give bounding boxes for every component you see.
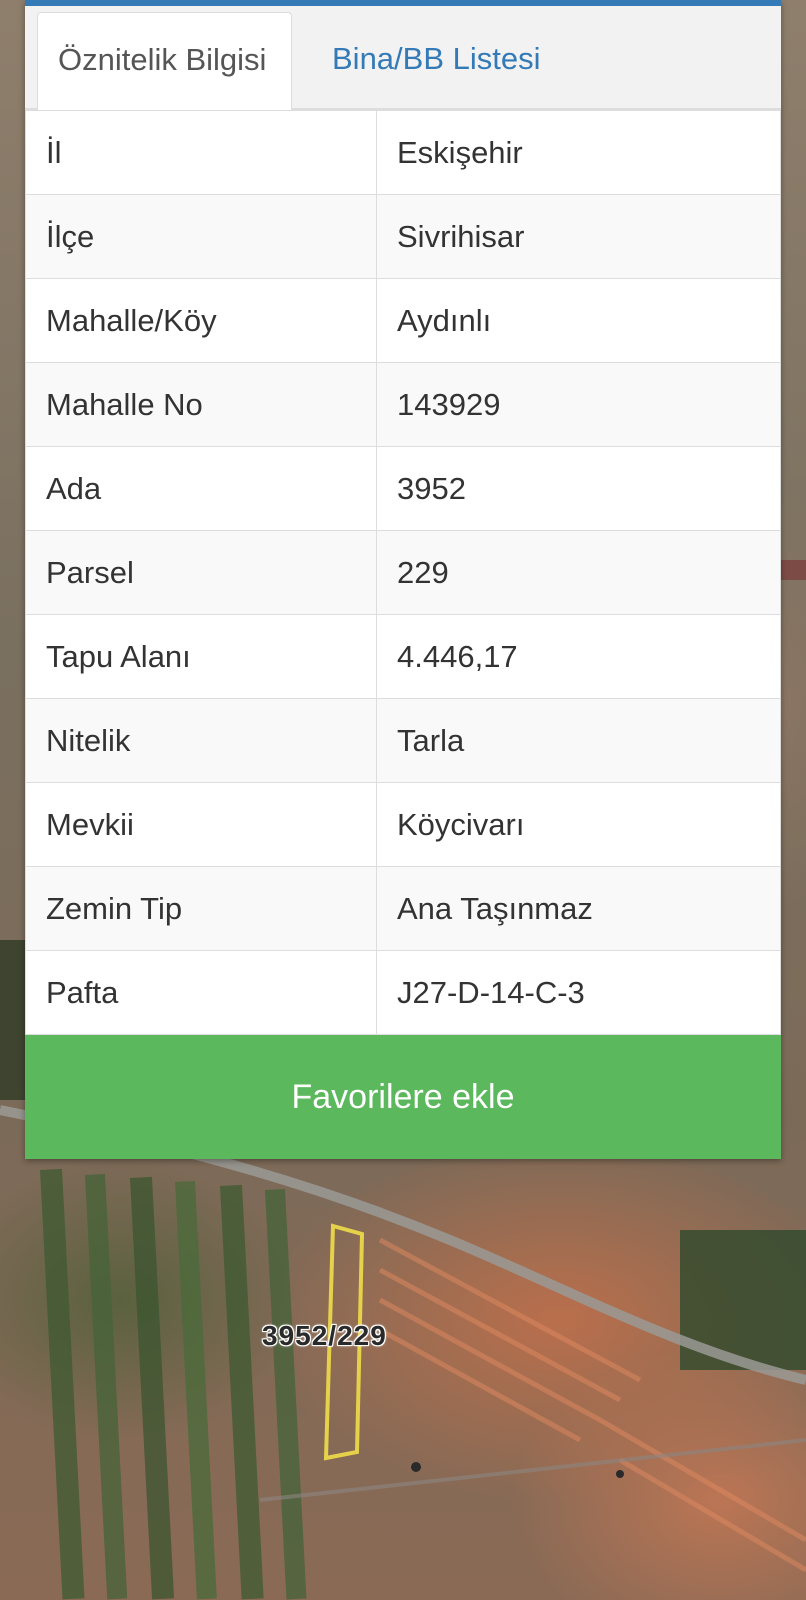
attribute-key: Mevkii [25, 782, 377, 867]
attribute-value: 143929 [376, 362, 781, 447]
attribute-value: 229 [376, 530, 781, 615]
table-row: Tapu Alanı 4.446,17 [25, 614, 781, 699]
attribute-key: Nitelik [25, 698, 377, 783]
attribute-value: Aydınlı [376, 278, 781, 363]
attribute-value: Tarla [376, 698, 781, 783]
attribute-value: 4.446,17 [376, 614, 781, 699]
attribute-key: Mahalle/Köy [25, 278, 377, 363]
attribute-value: 3952 [376, 446, 781, 531]
tab-building-list[interactable]: Bina/BB Listesi [312, 12, 561, 108]
attribute-value: J27-D-14-C-3 [376, 950, 781, 1035]
table-row: Ada 3952 [25, 446, 781, 531]
attribute-value: Ana Taşınmaz [376, 866, 781, 951]
table-row: Mahalle/Köy Aydınlı [25, 278, 781, 363]
add-to-favorites-button[interactable]: Favorilere ekle [25, 1035, 781, 1159]
tab-bar: Öznitelik Bilgisi Bina/BB Listesi [25, 6, 781, 110]
attribute-value: Eskişehir [376, 110, 781, 195]
attribute-value: Köycivarı [376, 782, 781, 867]
attribute-key: Ada [25, 446, 377, 531]
parcel-label: 3952/229 [262, 1320, 387, 1351]
table-row: Parsel 229 [25, 530, 781, 615]
attribute-key: Mahalle No [25, 362, 377, 447]
attribute-key: İl [25, 110, 377, 195]
parcel-info-panel: Öznitelik Bilgisi Bina/BB Listesi İl Esk… [25, 0, 781, 1159]
table-row: Mahalle No 143929 [25, 362, 781, 447]
tab-attribute-info[interactable]: Öznitelik Bilgisi [37, 12, 292, 110]
table-row: İl Eskişehir [25, 110, 781, 195]
table-row: Pafta J27-D-14-C-3 [25, 950, 781, 1035]
table-row: İlçe Sivrihisar [25, 194, 781, 279]
attribute-table: İl Eskişehir İlçe Sivrihisar Mahalle/Köy… [25, 110, 781, 1035]
attribute-key: Tapu Alanı [25, 614, 377, 699]
table-row: Nitelik Tarla [25, 698, 781, 783]
attribute-value: Sivrihisar [376, 194, 781, 279]
attribute-key: Parsel [25, 530, 377, 615]
attribute-key: İlçe [25, 194, 377, 279]
table-row: Zemin Tip Ana Taşınmaz [25, 866, 781, 951]
attribute-key: Pafta [25, 950, 377, 1035]
table-row: Mevkii Köycivarı [25, 782, 781, 867]
attribute-key: Zemin Tip [25, 866, 377, 951]
